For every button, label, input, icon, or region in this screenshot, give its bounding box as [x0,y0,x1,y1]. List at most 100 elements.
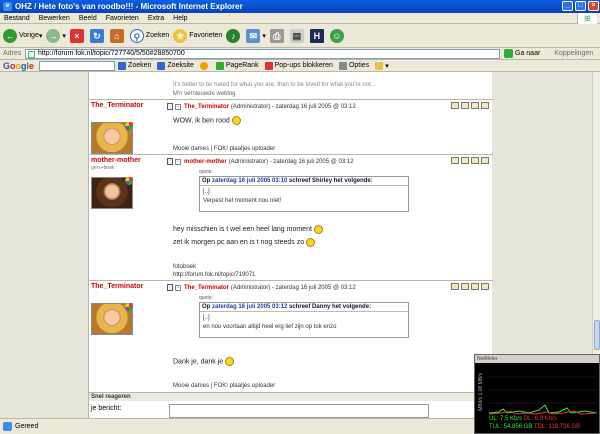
search-button[interactable]: ⚲ Zoeken [129,28,169,43]
go-button[interactable]: Ga naar [504,49,540,58]
msn-icon[interactable] [125,122,133,130]
google-pagerank[interactable]: PageRank [215,61,259,70]
site-search-icon [157,61,166,70]
post-1: The_Terminator - The_Terminator (Adminis… [89,99,493,154]
download-rate: DL: 6.9 Kb/s [523,416,557,422]
post-header-name[interactable]: The_Terminator [184,285,229,291]
quote-icon[interactable] [471,102,479,109]
back-icon: ← [3,28,17,43]
footer-link[interactable]: http://forum.fok.nl/topic/719071 [173,271,255,279]
print-button[interactable]: ⎙ [269,28,286,43]
h-button[interactable]: H [309,28,326,43]
google-search-input[interactable] [39,60,116,71]
media-button[interactable]: ♪ [226,28,242,43]
minimize-button[interactable]: _ [562,1,573,11]
highlight-button[interactable]: ▾ [375,61,389,70]
quote-icon[interactable] [471,283,479,290]
pm-icon[interactable] [461,102,469,109]
google-search-button[interactable]: Zoeken [118,61,151,70]
post-actions [449,102,489,109]
toolbar: ← Vorige ▾ → ▾ × ↻ ⌂ ⚲ Zoeken ★ Favorieten ♪… [0,24,600,48]
footer-fotoboek: fotoboek [173,264,197,270]
forward-button[interactable]: → ▾ [46,28,66,43]
edit-post-icon[interactable] [481,102,489,109]
total-download: TDL: 118.736 GB [533,424,581,430]
quote-body: [..] Verpest het moment nou niet! [203,189,282,204]
google-options-button[interactable]: Opties [338,61,369,70]
post-username[interactable]: The_Terminator [91,102,143,109]
post-header: - mother-mother (Administrator) - zaterd… [167,157,354,166]
smiley-icon [231,116,241,125]
go-icon [504,49,513,58]
favorites-button[interactable]: ★ Favorieten [173,28,222,43]
post-date: (Administrator) - zaterdag 16 juli 2005 … [230,103,356,110]
address-input[interactable]: http://forum.fok.nl/topic/727740/5/50#28… [25,48,500,59]
collapse-icon[interactable]: - [175,158,181,165]
google-info-button[interactable] [199,61,210,70]
menu-bestand[interactable]: Bestand [4,15,30,22]
post-3: The_Terminator - The_Terminator (Adminis… [89,280,493,392]
pm-icon[interactable] [461,283,469,290]
favorites-icon: ★ [173,28,188,43]
post-footer[interactable]: Mooie dames | FOK! plaatjes uploader [173,146,275,152]
post-icon [167,158,173,165]
post-actions [449,283,489,290]
address-label: Adres [3,50,22,57]
menu-help[interactable]: Help [173,15,187,22]
popup-blocker-button[interactable]: Pop-ups blokkeren [264,61,333,70]
mail-button[interactable]: ✉ ▾ [246,28,266,43]
forum-topic: It's better to be hated for what you are… [88,72,493,418]
msn-icon[interactable] [125,303,133,311]
profile-icon[interactable] [451,102,459,109]
profile-icon[interactable] [451,283,459,290]
home-button[interactable]: ⌂ [109,28,126,43]
close-button[interactable]: × [588,1,599,11]
address-bar: Adres http://forum.fok.nl/topic/727740/5… [0,48,600,60]
menu-bewerken[interactable]: Bewerken [39,15,70,22]
post-header-name[interactable]: mother-mother [184,159,227,165]
quote-date-link[interactable]: zaterdag 16 juli 2005 03:10 [212,178,287,184]
stop-icon: × [69,28,84,43]
edit-button[interactable]: ▤ [289,28,306,43]
highlight-icon [375,61,384,70]
windows-logo-icon: ⊞ [577,13,597,24]
google-site-button[interactable]: Zoeksite [157,61,194,70]
menu-favorieten[interactable]: Favorieten [106,15,139,22]
messenger-icon: ☺ [329,28,344,43]
pm-icon[interactable] [461,157,469,164]
msn-icon[interactable] [125,177,133,185]
back-button[interactable]: ← Vorige ▾ [3,28,42,43]
messenger-button[interactable]: ☺ [329,28,346,43]
profile-icon[interactable] [451,157,459,164]
quote-header: Op zaterdag 16 juli 2005 03:12 schreef D… [200,303,408,312]
maximize-button[interactable]: □ [575,1,586,11]
media-icon: ♪ [226,28,241,43]
post-footer[interactable]: Mooie dames | FOK! plaatjes uploader [173,383,275,389]
scrollbar-thumb[interactable] [594,320,600,350]
quick-reply-header: Snel reageren [89,392,493,401]
menu-extra[interactable]: Extra [148,15,164,22]
quote-label: quote: [199,295,213,301]
quote-icon[interactable] [471,157,479,164]
post-header-name[interactable]: The_Terminator [184,104,229,110]
edit-post-icon[interactable] [481,157,489,164]
collapse-icon[interactable]: - [175,103,181,110]
quote-block: Op zaterdag 16 juli 2005 03:10 schreef S… [199,176,409,212]
collapse-icon[interactable]: - [175,284,181,291]
refresh-button[interactable]: ↻ [89,28,106,43]
quote-date-link[interactable]: zaterdag 16 juli 2005 03:12 [212,304,287,310]
reply-textarea[interactable] [169,404,429,418]
stop-button[interactable]: × [69,28,86,43]
edit-post-icon[interactable] [481,283,489,290]
menu-beeld[interactable]: Beeld [79,15,97,22]
post-date: (Administrator) - zaterdag 16 juli 2005 … [228,158,354,165]
post-username[interactable]: mother-mother [91,157,141,164]
post-text: WOW, ik ben rood [173,116,241,125]
left-margin [0,72,88,418]
links-button[interactable]: Koppelingen [554,50,593,57]
signature-link[interactable]: M'n vernieuwde weblog [173,91,236,97]
netmeter-widget[interactable]: NetMeter MBit/s 1.08 MB/s UL: 7.5 Kb/s D… [474,354,600,434]
info-icon [199,61,208,70]
status-page-icon [3,422,12,431]
post-username[interactable]: The_Terminator [91,283,143,290]
